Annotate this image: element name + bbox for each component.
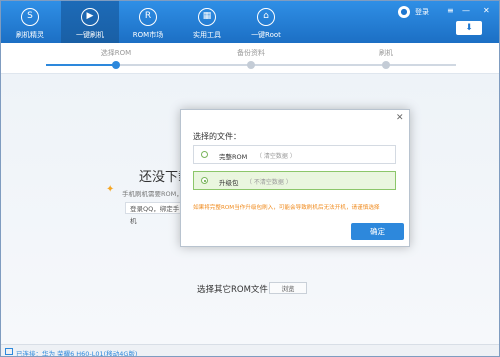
browse-button[interactable]: 浏览 [269,282,307,294]
download-icon[interactable]: ⬇ [456,21,482,35]
option-note: （ 清空数据 ） [256,153,296,160]
nav-label: 刷机精灵 [16,31,44,39]
step-track-progress [46,64,116,66]
status-bar: 已连接：华为 荣耀6 H60-L01(移动4G版) [1,344,499,357]
step-dot-backup [247,61,255,69]
login-link[interactable]: 登录 [415,7,429,17]
radio-full-rom[interactable] [201,151,208,158]
connection-status-text: 已连接：华为 荣耀6 H60-L01(移动4G版) [16,350,138,357]
progress-steps: 选择ROM 备份资料 刷机 [1,43,499,74]
option-note: （ 不清空数据 ） [246,179,292,186]
rom-hint-text: 手机刷机需要ROM， [122,190,183,198]
select-other-rom-label: 选择其它ROM文件 [197,285,268,295]
close-icon[interactable]: ✕ [483,4,490,18]
step-label-backup: 备份资料 [237,49,265,57]
radio-upgrade-package[interactable] [201,177,208,184]
rom-icon: R [139,8,157,26]
file-type-dialog: ✕ 选择的文件： 完整ROM （ 清空数据 ） 升级包 （ 不清空数据 ） 如果… [180,109,410,247]
option-full-rom[interactable]: 完整ROM （ 清空数据 ） [193,145,396,164]
nav-label: 一键Root [251,31,281,39]
nav-item-rom-market[interactable]: R ROM市场 [119,1,177,43]
option-name: 完整ROM [219,153,248,161]
option-upgrade-package[interactable]: 升级包 （ 不清空数据 ） [193,171,396,190]
nav-item-one-click-flash[interactable]: ▶ 一键刷机 [61,1,119,43]
nav-label: 实用工具 [193,31,221,39]
top-navigation-bar: S 刷机精灵 ▶ 一键刷机 R ROM市场 ▦ 实用工具 ⌂ 一键Root ● … [1,1,499,43]
user-avatar-icon[interactable]: ● [398,6,410,18]
menu-icon[interactable]: ≡ [447,4,454,18]
nav-item-flash-wizard[interactable]: S 刷机精灵 [1,1,59,43]
option-name: 升级包 [219,179,239,187]
step-label-flash: 刷机 [379,49,393,57]
step-label-select-rom: 选择ROM [100,49,132,57]
confirm-button[interactable]: 确定 [351,223,404,240]
shield-icon: S [21,8,39,26]
nav-item-one-click-root[interactable]: ⌂ 一键Root [237,1,295,43]
nav-label: 一键刷机 [76,31,104,39]
lightbulb-icon: ✦ [106,184,115,195]
close-icon[interactable]: ✕ [396,113,404,123]
minimize-icon[interactable]: — [462,4,470,18]
device-connected-icon [5,348,13,355]
step-dot-select-rom [112,61,120,69]
root-icon: ⌂ [257,8,275,26]
nav-label: ROM市场 [132,31,164,39]
warning-text: 如果将完整ROM当作升级包刷入，可能会导致刷机后无法开机，请谨慎选择 [193,205,380,211]
nav-item-tools[interactable]: ▦ 实用工具 [178,1,236,43]
step-dot-flash [382,61,390,69]
tools-icon: ▦ [198,8,216,26]
flash-app-window: S 刷机精灵 ▶ 一键刷机 R ROM市场 ▦ 实用工具 ⌂ 一键Root ● … [0,0,500,357]
qq-login-button[interactable]: 登录QQ，绑定手机 [125,202,185,225]
dialog-title: 选择的文件： [193,132,241,141]
cursor-icon: ▶ [81,8,99,26]
